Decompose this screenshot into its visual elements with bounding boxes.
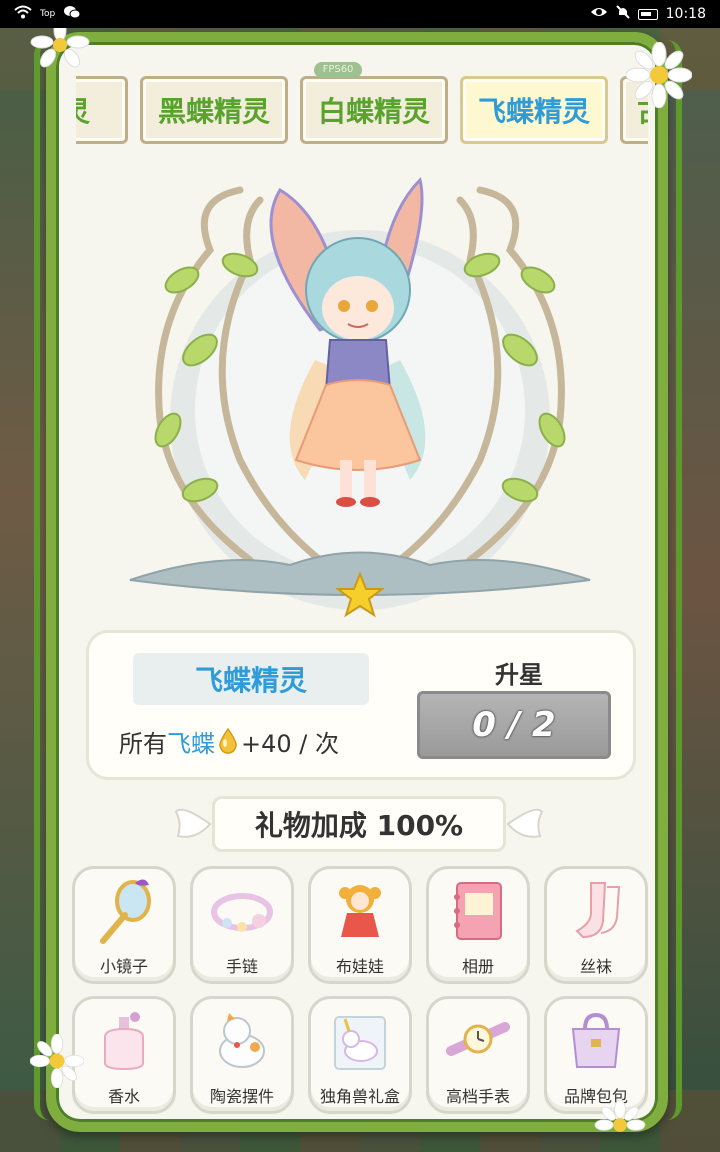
daisy-icon [30, 1034, 84, 1088]
gift-item-handbag[interactable]: 品牌包包 [544, 996, 648, 1114]
mirror-icon [85, 877, 163, 947]
spirit-tabs: 精灵 黑蝶精灵 白蝶精灵 飞蝶精灵 古 [76, 76, 648, 144]
gift-bonus-label: 礼物加成 100% [212, 796, 506, 852]
upgrade-star-button[interactable]: 0 / 2 [417, 691, 611, 759]
bracelet-icon [203, 877, 281, 947]
bonus-value: +40 / 次 [241, 729, 339, 758]
star-icon [336, 572, 384, 618]
gift-item-stockings[interactable]: 丝袜 [544, 866, 648, 984]
battery-icon [637, 8, 658, 20]
tab-label: 精灵 [76, 90, 90, 130]
gift-label: 高档手表 [445, 1087, 510, 1106]
gift-label: 丝袜 [579, 957, 612, 976]
gift-label: 相册 [461, 957, 494, 976]
left-wing-icon [174, 808, 212, 838]
tab-label: 飞蝶精灵 [477, 95, 590, 128]
gift-item-watch[interactable]: 高档手表 [426, 996, 530, 1114]
wifi-icon [14, 5, 32, 23]
gift-label: 小镜子 [99, 957, 148, 976]
gift-label: 手链 [225, 957, 258, 976]
right-wing-icon [506, 808, 544, 838]
gift-item-perfume[interactable]: 香水 [72, 996, 176, 1114]
fps-counter: FPS60 [314, 62, 362, 78]
spirit-bonus-text: 所有 飞蝶 +40 / 次 [119, 721, 339, 761]
clock: 10:18 [665, 6, 706, 22]
gift-item-mirror[interactable]: 小镜子 [72, 866, 176, 984]
daisy-icon [594, 1100, 646, 1132]
gift-item-album[interactable]: 相册 [426, 866, 530, 984]
watch-icon [439, 1007, 517, 1077]
top-label: Top [40, 9, 56, 19]
tab-white-butterfly[interactable]: 白蝶精灵 [300, 76, 448, 144]
perfume-icon [85, 1007, 163, 1077]
tab-spirit-partial[interactable]: 精灵 [76, 76, 128, 144]
bonus-prefix: 所有 [119, 729, 167, 758]
upgrade-star-label: 升星 [495, 661, 543, 689]
eye-icon [590, 6, 608, 22]
gold-drop-icon [219, 728, 237, 754]
background-right-building [664, 90, 720, 1090]
gift-label: 布娃娃 [335, 957, 384, 976]
daisy-icon [626, 42, 692, 108]
spirit-info-card: 飞蝶精灵 所有 飞蝶 +40 / 次 升星 0 / 2 [86, 630, 636, 780]
tab-flying-butterfly[interactable]: 飞蝶精灵 [460, 76, 608, 144]
gift-label: 独角兽礼盒 [319, 1087, 400, 1106]
mute-bell-icon [615, 5, 630, 23]
upgrade-progress: 0 / 2 [472, 705, 556, 745]
tab-label: 黑蝶精灵 [157, 95, 270, 128]
wechat-icon [63, 5, 81, 23]
spirit-name: 飞蝶精灵 [133, 653, 369, 705]
ceramic-cat-icon [203, 1007, 281, 1077]
gift-item-bracelet[interactable]: 手链 [190, 866, 294, 984]
unicorn-box-icon [321, 1007, 399, 1077]
status-bar: Top 10:18 [0, 0, 720, 28]
star-rating [336, 572, 384, 618]
doll-icon [321, 877, 399, 947]
spirit-illustration [129, 177, 591, 610]
gift-item-ceramic-cat[interactable]: 陶瓷摆件 [190, 996, 294, 1114]
album-icon [439, 877, 517, 947]
gift-label: 陶瓷摆件 [209, 1087, 274, 1106]
gift-label: 香水 [107, 1087, 140, 1106]
tab-black-butterfly[interactable]: 黑蝶精灵 [140, 76, 288, 144]
handbag-icon [557, 1007, 635, 1077]
spirit-stage [90, 160, 630, 620]
stockings-icon [557, 877, 635, 947]
gift-grid: 小镜子 手链 布娃娃 相册 丝袜 香水 陶瓷摆件 独角兽礼盒 高档手表 品牌包包 [70, 866, 650, 1116]
bonus-target: 飞蝶 [167, 729, 215, 758]
gift-item-doll[interactable]: 布娃娃 [308, 866, 412, 984]
gift-item-unicorn-box[interactable]: 独角兽礼盒 [308, 996, 412, 1114]
tab-label: 白蝶精灵 [317, 95, 430, 128]
